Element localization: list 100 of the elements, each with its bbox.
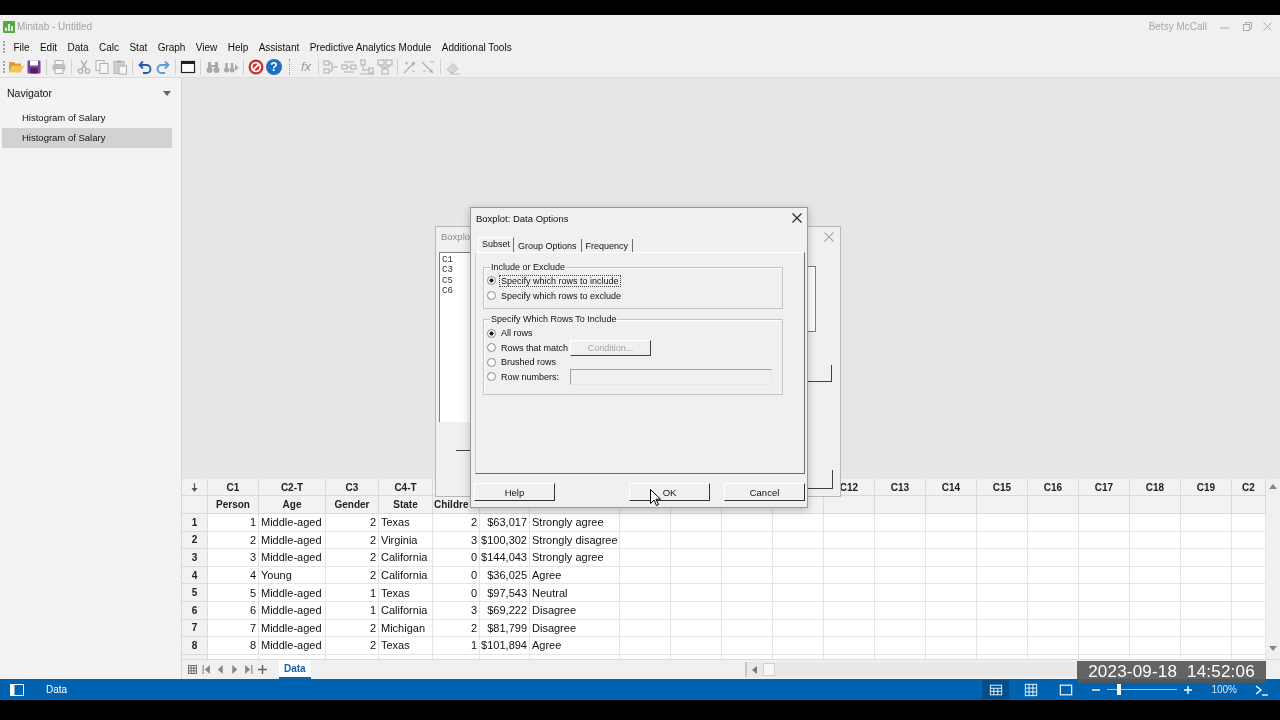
scroll-up-icon[interactable]: [1269, 484, 1277, 489]
radio-icon[interactable]: [487, 291, 496, 300]
column-name[interactable]: Person: [208, 496, 259, 514]
table-cell: 7: [208, 619, 259, 638]
grip-handle-icon[interactable]: [3, 60, 5, 73]
list-item[interactable]: C6: [442, 286, 453, 297]
radio-icon[interactable]: [487, 328, 496, 338]
list-item[interactable]: C5: [442, 275, 453, 287]
window-icon[interactable]: [180, 58, 196, 75]
radio-option[interactable]: All rows: [487, 326, 535, 341]
restore-icon[interactable]: [1243, 22, 1252, 31]
column-header[interactable]: C2-T: [259, 479, 326, 496]
previous-icon[interactable]: [216, 665, 225, 674]
row-header[interactable]: 5: [182, 584, 208, 602]
column-header[interactable]: C17: [1079, 479, 1130, 496]
column-header[interactable]: C13: [875, 479, 926, 496]
header-corner[interactable]: [182, 479, 208, 496]
menu-item[interactable]: Assistant: [258, 41, 300, 53]
navigator-item[interactable]: Histogram of Salary: [2, 108, 172, 128]
menu-item[interactable]: Edit: [39, 41, 58, 53]
menu-item[interactable]: Stat: [129, 41, 148, 53]
first-page-icon[interactable]: [202, 665, 211, 674]
column-header[interactable]: C1: [208, 479, 259, 496]
column-name[interactable]: [1181, 496, 1232, 514]
column-header[interactable]: C3: [326, 479, 379, 496]
grip-handle-icon[interactable]: [3, 41, 5, 53]
cursor-icon: [650, 489, 661, 506]
arrow-down-icon[interactable]: [191, 482, 198, 492]
last-page-icon[interactable]: [244, 665, 253, 674]
column-name[interactable]: [1130, 496, 1181, 514]
table-cell: [1181, 637, 1232, 655]
menu-item[interactable]: Predictive Analytics Module: [309, 41, 432, 53]
panel-title: Navigator: [7, 87, 52, 99]
table-cell: [773, 584, 824, 602]
dialog-button[interactable]: Cancel: [724, 483, 805, 501]
dialog-button[interactable]: OK: [629, 483, 710, 501]
column-header[interactable]: C2: [1232, 479, 1266, 496]
radio-option[interactable]: Brushed rows: [487, 355, 559, 370]
column-name[interactable]: [824, 496, 875, 514]
column-name[interactable]: Gender: [326, 496, 379, 514]
dialog-button[interactable]: Help: [474, 483, 555, 501]
radio-option[interactable]: Row numbers:: [487, 369, 570, 384]
table-cell: [875, 584, 926, 602]
navigator-item[interactable]: Histogram of Salary: [2, 128, 172, 148]
column-name[interactable]: [926, 496, 977, 514]
view-button[interactable]: [982, 680, 1010, 699]
column-header[interactable]: C15: [977, 479, 1028, 496]
row-header[interactable]: 3: [182, 549, 208, 567]
vertical-scrollbar[interactable]: [1266, 479, 1280, 659]
radio-icon[interactable]: [487, 276, 496, 285]
dialog-button[interactable]: [808, 470, 833, 489]
row-header[interactable]: 8: [182, 637, 208, 655]
radio-icon[interactable]: [487, 357, 496, 367]
column-header[interactable]: C4-T: [379, 479, 433, 496]
command-prompt-icon[interactable]: [1255, 683, 1268, 696]
stop-icon[interactable]: [248, 58, 264, 75]
row-header[interactable]: 1: [182, 514, 208, 532]
tab[interactable]: Subset: [478, 237, 515, 252]
variable-list[interactable]: C1 C3 C5 C6: [439, 252, 470, 422]
radio-option[interactable]: Specify which rows to exclude: [487, 288, 624, 303]
close-icon[interactable]: [792, 213, 802, 223]
column-name[interactable]: [1028, 496, 1079, 514]
sidebar-icon[interactable]: [10, 683, 24, 696]
column-header[interactable]: C16: [1028, 479, 1079, 496]
menu-item[interactable]: Data: [67, 41, 89, 53]
help-button[interactable]: ?: [266, 58, 282, 75]
menu-item[interactable]: View: [195, 41, 218, 53]
menu-item[interactable]: Graph: [157, 41, 186, 53]
caret-icon[interactable]: [163, 90, 171, 96]
column-header[interactable]: C19: [1181, 479, 1232, 496]
menu-item[interactable]: Help: [227, 41, 249, 53]
menu-item[interactable]: Calc: [99, 41, 120, 53]
column-name[interactable]: [1232, 496, 1266, 514]
scrollbar-thumb[interactable]: [763, 663, 775, 676]
column-name[interactable]: [1079, 496, 1130, 514]
column-header[interactable]: C18: [1130, 479, 1181, 496]
sheet-list-icon[interactable]: [188, 665, 197, 674]
sheet-tab[interactable]: Data: [279, 660, 311, 679]
add-icon[interactable]: [258, 665, 267, 674]
dialog-button[interactable]: [808, 365, 832, 382]
undo-icon[interactable]: [137, 58, 153, 75]
radio-icon[interactable]: [487, 343, 496, 353]
next-icon[interactable]: [230, 665, 239, 674]
column-header[interactable]: C14: [926, 479, 977, 496]
column-name[interactable]: [977, 496, 1028, 514]
redo-icon[interactable]: [155, 58, 171, 75]
column-name[interactable]: Age: [259, 496, 326, 514]
menu-item[interactable]: Additional Tools: [441, 41, 512, 53]
list-item[interactable]: C3: [442, 265, 453, 276]
scroll-left-icon[interactable]: [752, 665, 757, 674]
zoom-in-icon[interactable]: [1184, 685, 1193, 694]
menu-item[interactable]: File: [13, 41, 30, 53]
list-item[interactable]: C1: [442, 255, 453, 266]
table-cell: [1181, 514, 1232, 532]
column-name[interactable]: [875, 496, 926, 514]
scroll-down-icon[interactable]: [1269, 646, 1277, 651]
radio-option[interactable]: Rows that match: [487, 340, 570, 355]
column-name[interactable]: State: [379, 496, 433, 514]
slider-thumb[interactable]: [1116, 684, 1121, 695]
radio-icon[interactable]: [487, 372, 496, 382]
